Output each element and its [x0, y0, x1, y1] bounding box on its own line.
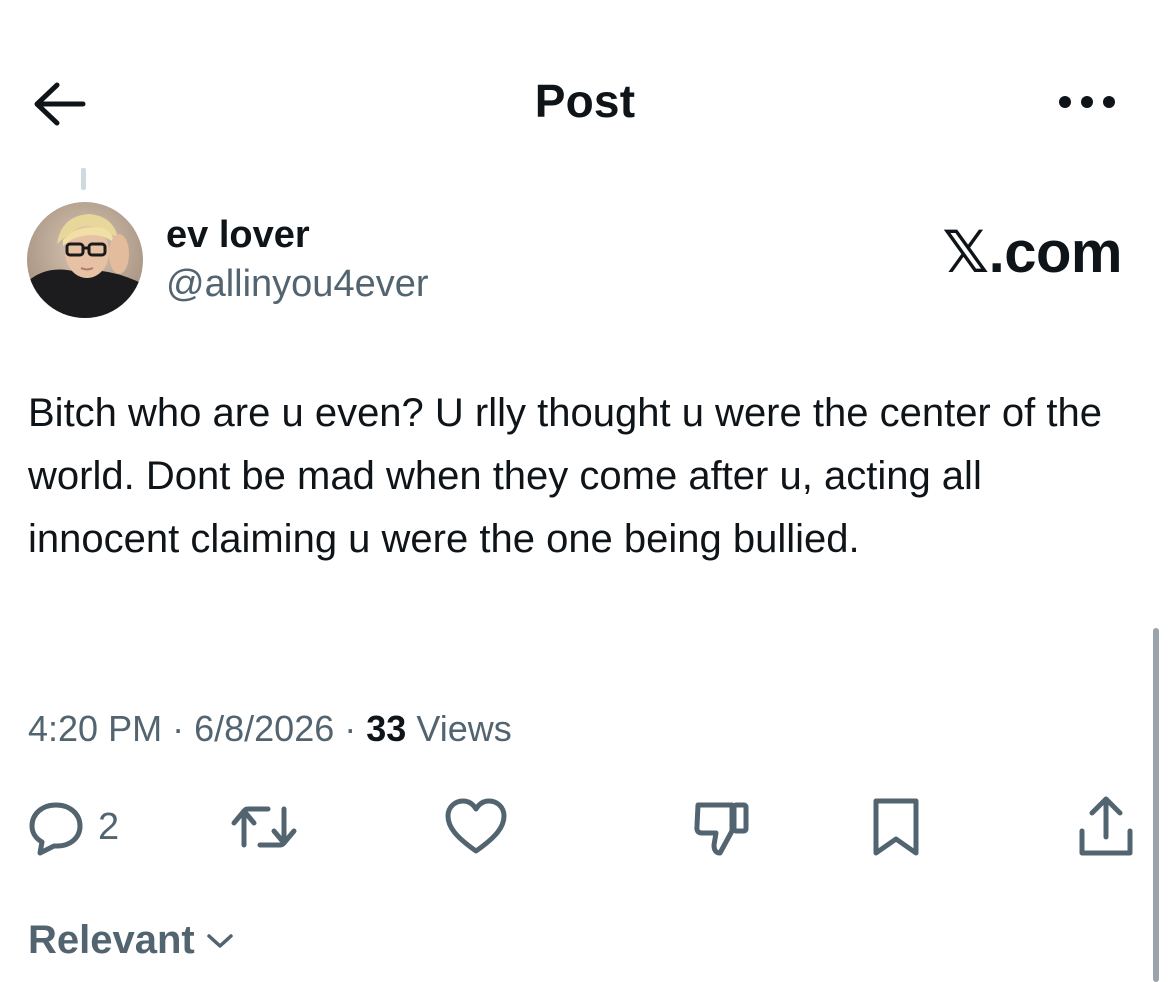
bookmark-icon — [873, 798, 919, 856]
thumbs-down-icon — [694, 802, 749, 856]
author-handle[interactable]: @allinyou4ever — [166, 263, 429, 306]
views-count: 33 — [366, 708, 407, 749]
repost-icon — [231, 806, 297, 848]
post-date: 6/8/2026 — [194, 708, 335, 749]
more-horizontal-icon — [1059, 96, 1115, 108]
author-display-name[interactable]: ev lover — [166, 214, 310, 257]
replies-sort-dropdown[interactable]: Relevant — [28, 918, 235, 963]
meta-separator: · — [172, 708, 185, 749]
meta-separator: · — [344, 708, 357, 749]
share-button[interactable] — [1074, 792, 1138, 862]
bookmark-button[interactable] — [866, 792, 926, 862]
views-label: Views — [416, 708, 512, 749]
avatar[interactable] — [27, 202, 143, 318]
page-title: Post — [534, 75, 636, 127]
reply-count: 2 — [98, 805, 120, 848]
post-time: 4:20 PM — [28, 708, 163, 749]
like-button[interactable] — [442, 792, 510, 862]
reply-icon — [29, 802, 83, 856]
post-text: Bitch who are u even? U rlly thought u w… — [28, 391, 1102, 561]
chevron-down-icon — [207, 933, 233, 948]
reply-button[interactable]: 2 — [24, 792, 119, 862]
dislike-button[interactable] — [690, 792, 754, 862]
heart-icon — [445, 798, 507, 854]
thread-connector-line — [81, 168, 86, 190]
avatar-image — [27, 202, 143, 318]
x-watermark: 𝕏.com — [942, 220, 1122, 285]
share-icon — [1079, 796, 1133, 856]
replies-sort-label: Relevant — [28, 918, 195, 962]
more-options-button[interactable] — [1052, 84, 1122, 120]
post-meta: 4:20 PM · 6/8/2026 · 33 Views — [28, 708, 512, 750]
repost-button[interactable] — [228, 792, 300, 862]
scrollbar[interactable] — [1153, 628, 1159, 982]
